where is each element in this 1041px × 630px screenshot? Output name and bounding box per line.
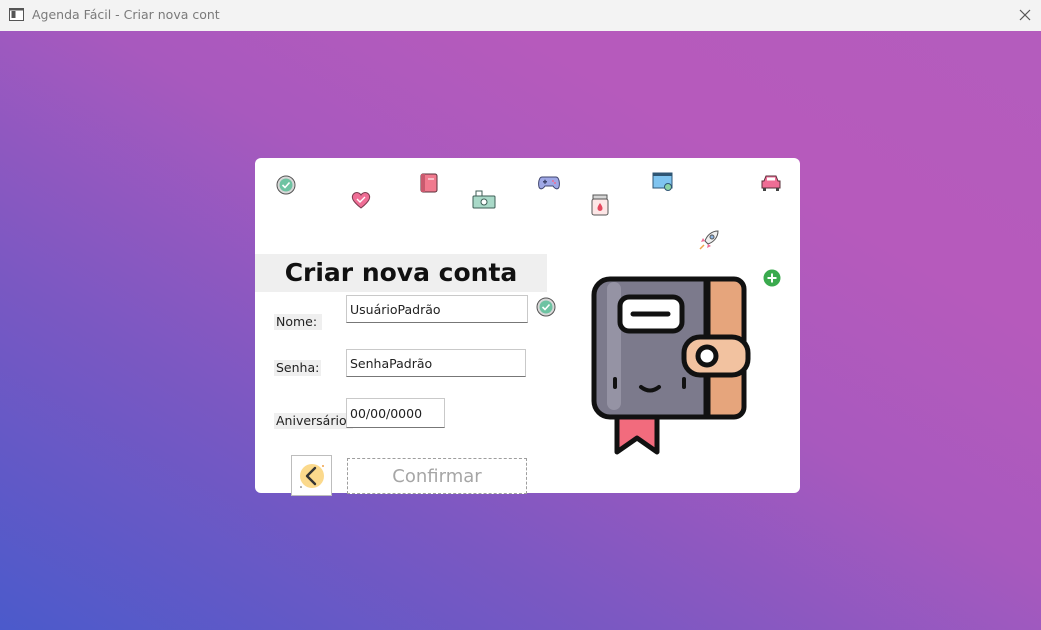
add-circle-icon <box>763 269 781 287</box>
window-title: Agenda Fácil - Criar nova cont <box>32 7 220 22</box>
monitor-icon <box>652 172 673 191</box>
check-badge-icon <box>276 175 296 195</box>
name-label: Nome: <box>274 314 322 330</box>
car-icon <box>761 175 781 191</box>
app-window: Agenda Fácil - Criar nova cont Criar nov… <box>0 0 1041 630</box>
app-window-icon <box>9 8 24 21</box>
close-button[interactable] <box>1011 2 1039 28</box>
background-canvas: Criar nova conta Nome: Senha: Aniversári… <box>0 31 1041 630</box>
close-icon <box>1019 9 1031 21</box>
page-title: Criar nova conta <box>284 258 518 287</box>
title-bar: Agenda Fácil - Criar nova cont <box>0 0 1041 32</box>
gamepad-icon <box>538 176 560 190</box>
birthday-input[interactable] <box>346 398 445 428</box>
heart-icon <box>351 192 371 209</box>
jar-icon <box>591 194 609 216</box>
birthday-label: Aniversário: <box>274 413 353 429</box>
signup-card: Criar nova conta Nome: Senha: Aniversári… <box>255 158 800 496</box>
book-icon <box>420 173 438 193</box>
password-label: Senha: <box>274 360 322 376</box>
password-input[interactable] <box>346 349 526 377</box>
rocket-icon <box>699 230 719 250</box>
money-icon <box>472 190 496 209</box>
wallet-illustration <box>591 276 751 455</box>
confirm-button[interactable]: Confirmar <box>347 458 527 494</box>
valid-check-icon <box>536 297 556 317</box>
back-arrow-icon <box>300 464 324 488</box>
name-input[interactable] <box>346 295 528 323</box>
back-button[interactable] <box>291 455 332 496</box>
